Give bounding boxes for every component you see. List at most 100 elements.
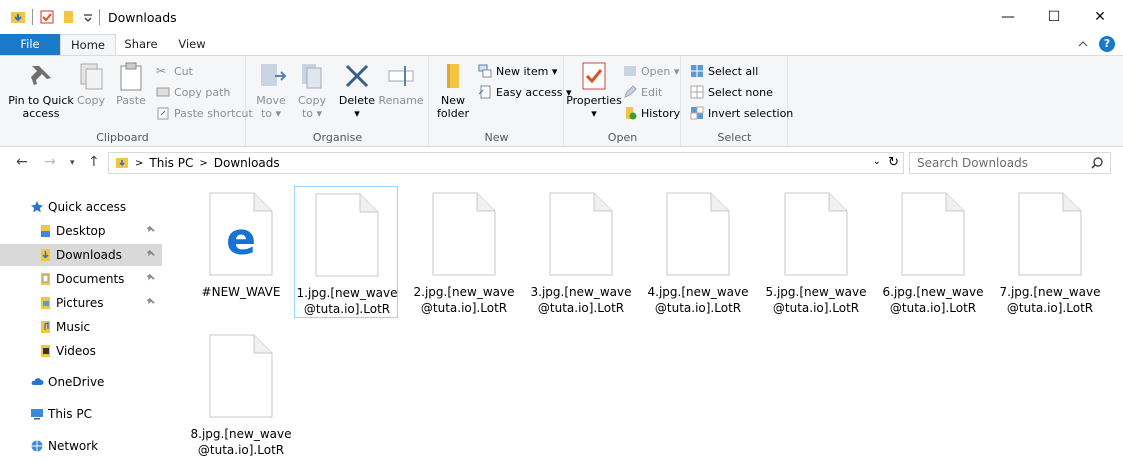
sidebar-item-network[interactable]: Network [0,435,162,457]
maximize-icon: ☐ [1047,9,1061,25]
help-icon[interactable]: ? [1099,36,1115,52]
sidebar-item-label: Network [48,439,99,453]
move-to-label: Move to ▾ [256,94,286,120]
pin-label: Pin to Quick access [8,94,74,120]
select-none-label: Select none [708,85,773,99]
file-item[interactable]: 3.jpg.[new_wave @tuta.io].LotR [529,186,633,318]
invert-selection-button[interactable]: Invert selection [690,106,793,120]
address-dropdown-icon[interactable]: ⌄ [873,156,881,167]
pin-icon [31,66,51,85]
paste-shortcut-button[interactable]: Paste shortcut [156,106,253,120]
copy-path-label: Copy path [174,85,231,99]
tab-file[interactable]: File [0,34,60,55]
cut-button[interactable]: ✂ Cut [156,64,193,78]
chevron-right-icon: > [199,157,208,169]
sidebar-item-label: Desktop [56,224,106,238]
file-item[interactable]: 1.jpg.[new_wave @tuta.io].LotR [294,186,398,318]
move-to-button[interactable]: Move to ▾ [253,60,289,120]
close-button[interactable]: ✕ [1077,0,1123,34]
close-icon: ✕ [1094,9,1106,25]
file-item[interactable]: e #NEW_WAVE [189,186,293,318]
back-button[interactable]: ← [16,154,28,170]
select-all-button[interactable]: Select all [690,64,758,78]
delete-button[interactable]: Delete ▾ [339,60,375,120]
tab-home[interactable]: Home [60,34,116,55]
ribbon: Pin to Quick access Copy Paste ✂ Cut Cop… [0,55,1123,147]
select-all-label: Select all [708,64,759,78]
file-item[interactable]: 6.jpg.[new_wave @tuta.io].LotR [881,186,985,318]
new-group: New folder New item ▾ Easy access ▾ New [430,56,572,146]
recent-locations-button[interactable]: ▾ [70,158,75,168]
rename-label: Rename [378,94,424,107]
tab-share[interactable]: Share [118,34,164,55]
sidebar-item-videos[interactable]: Videos [0,340,162,362]
copy-path-button[interactable]: Copy path [156,85,230,99]
rename-button[interactable]: Rename [378,60,424,107]
sidebar-item-this-pc[interactable]: This PC [0,403,162,425]
copy-button[interactable]: Copy [74,60,108,107]
forward-button[interactable]: → [44,154,56,170]
new-item-button[interactable]: New item ▾ [478,64,557,78]
select-none-button[interactable]: Select none [690,85,773,99]
chevron-down-icon[interactable] [83,9,93,25]
select-none-icon [690,85,704,99]
file-item[interactable]: 4.jpg.[new_wave @tuta.io].LotR [646,186,750,318]
file-name: 4.jpg.[new_wave @tuta.io].LotR [647,285,749,315]
collapse-ribbon-icon[interactable] [1077,38,1089,50]
sidebar-item-pictures[interactable]: Pictures [0,292,162,314]
file-item[interactable]: 5.jpg.[new_wave @tuta.io].LotR [764,186,868,318]
properties-button[interactable]: Properties ▾ [566,60,622,120]
file-item[interactable]: 2.jpg.[new_wave @tuta.io].LotR [412,186,516,318]
edit-icon [624,85,637,98]
maximize-button[interactable]: ☐ [1031,0,1077,34]
open-button[interactable]: Open ▾ [623,64,679,78]
file-item[interactable]: 8.jpg.[new_wave @tuta.io].LotR [189,328,293,460]
breadcrumb-this-pc[interactable]: This PC [149,156,193,170]
easy-access-button[interactable]: Easy access ▾ [478,85,572,99]
address-bar[interactable]: > This PC > Downloads ⌄ ↻ [108,152,904,174]
paste-button[interactable]: Paste [112,60,150,107]
folder-download-icon [11,12,25,23]
arrow-up-icon: ↑ [88,154,100,170]
search-placeholder: Search Downloads [917,156,1028,170]
svg-text:e: e [226,214,256,265]
properties-check-icon[interactable] [39,9,55,25]
search-input[interactable]: Search Downloads [909,152,1111,174]
blank-file-icon [315,193,379,277]
sidebar-item-quick-access[interactable]: Quick access [0,196,162,218]
network-icon [30,439,44,453]
new-folder-icon[interactable] [61,9,77,25]
arrow-left-icon: ← [16,154,28,170]
new-folder-button[interactable]: New folder [436,60,470,120]
blank-file-icon [666,192,730,276]
sidebar-item-onedrive[interactable]: OneDrive [0,371,162,393]
sidebar-item-music[interactable]: Music [0,316,162,338]
delete-x-icon [345,64,369,88]
breadcrumb-downloads[interactable]: Downloads [214,156,280,170]
select-group-label: Select [717,131,752,144]
organise-group-label: Organise [312,131,363,144]
copy-to-button[interactable]: Copy to ▾ [295,60,329,120]
sidebar-item-documents[interactable]: Documents [0,268,162,290]
pictures-folder-icon [38,296,52,310]
sidebar-item-desktop[interactable]: Desktop [0,220,162,242]
history-button[interactable]: History [623,106,680,120]
refresh-icon[interactable]: ↻ [888,155,899,170]
copy-path-icon [156,87,170,97]
tab-view[interactable]: View [166,34,218,55]
file-name: 5.jpg.[new_wave @tuta.io].LotR [765,285,867,315]
desktop-folder-icon [38,224,52,238]
edge-html-icon: e [209,192,273,276]
edit-button[interactable]: Edit [623,85,662,99]
file-item[interactable]: 7.jpg.[new_wave @tuta.io].LotR [998,186,1102,318]
open-icon [624,66,636,76]
sidebar-item-downloads[interactable]: Downloads [0,244,162,266]
up-button[interactable]: ↑ [88,154,100,170]
properties-label: Properties ▾ [566,94,622,120]
minimize-button[interactable]: — [985,0,1031,34]
file-name: 2.jpg.[new_wave @tuta.io].LotR [413,285,515,315]
open-group-label: Open [607,131,638,144]
documents-folder-icon [38,272,52,286]
pin-to-quick-access-button[interactable]: Pin to Quick access [8,60,74,120]
sidebar-item-label: OneDrive [48,375,105,389]
